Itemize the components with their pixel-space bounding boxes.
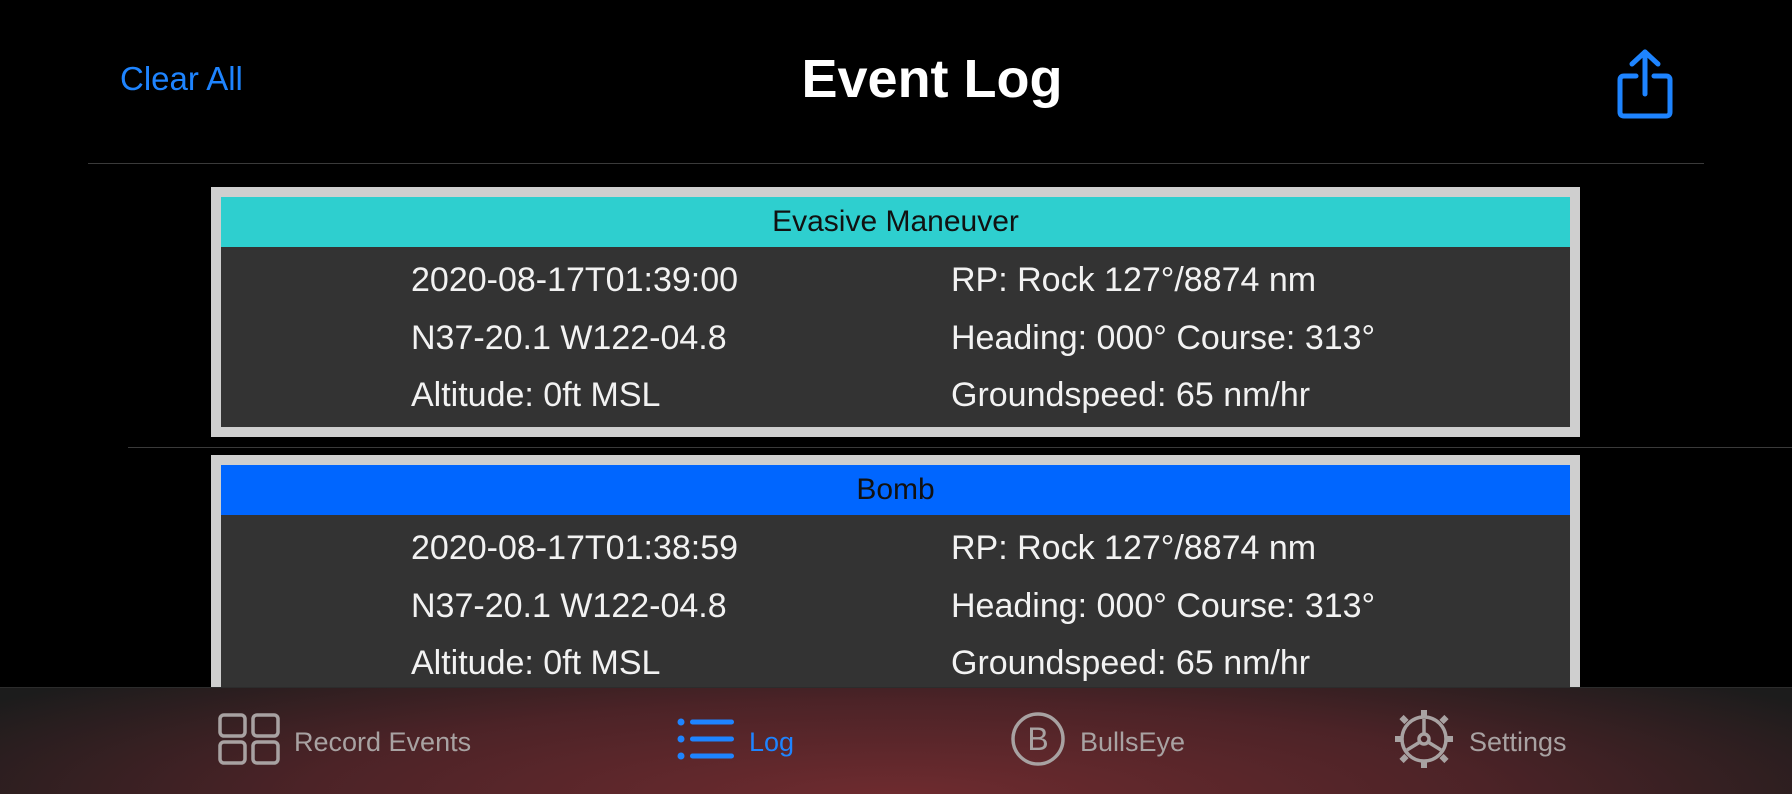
tab-label: Log — [749, 726, 795, 757]
event-card[interactable]: Evasive Maneuver 2020-08-17T01:39:00 N37… — [211, 187, 1580, 437]
event-list[interactable]: Evasive Maneuver 2020-08-17T01:39:00 N37… — [0, 164, 1792, 687]
share-button[interactable] — [1614, 48, 1676, 120]
event-reference-point: RP: Rock 127°/8874 nm — [951, 261, 1317, 299]
list-icon — [677, 718, 735, 767]
event-type-header: Bomb — [221, 465, 1570, 515]
svg-text:B: B — [1027, 721, 1048, 757]
bullseye-icon: B — [1010, 711, 1066, 774]
event-groundspeed: Groundspeed: 65 nm/hr — [951, 644, 1311, 682]
row-divider — [128, 447, 1792, 448]
tab-label: BullsEye — [1080, 726, 1186, 757]
event-groundspeed: Groundspeed: 65 nm/hr — [951, 376, 1311, 414]
event-type-header: Evasive Maneuver — [221, 197, 1570, 247]
event-reference-point: RP: Rock 127°/8874 nm — [951, 529, 1317, 567]
nav-bar: Clear All Event Log — [0, 0, 1792, 163]
share-icon — [1617, 49, 1673, 119]
page-title: Event Log — [801, 49, 1063, 109]
tab-label: Settings — [1469, 726, 1567, 757]
event-heading-course: Heading: 000° Course: 313° — [951, 587, 1376, 625]
event-altitude: Altitude: 0ft MSL — [411, 376, 661, 414]
event-position: N37-20.1 W122-04.8 — [411, 319, 727, 357]
tab-log[interactable]: Log — [677, 710, 794, 774]
event-position: N37-20.1 W122-04.8 — [411, 587, 727, 625]
event-heading-course: Heading: 000° Course: 313° — [951, 319, 1376, 357]
tab-label: Record Events — [294, 726, 472, 757]
event-details: 2020-08-17T01:38:59 N37-20.1 W122-04.8 A… — [221, 515, 1570, 687]
tab-bullseye[interactable]: B BullsEye — [1010, 710, 1185, 774]
event-details: 2020-08-17T01:39:00 N37-20.1 W122-04.8 A… — [221, 247, 1570, 427]
event-timestamp: 2020-08-17T01:38:59 — [411, 529, 739, 567]
event-log-screen: Clear All Event Log Evasive Maneuver 202… — [0, 0, 1792, 794]
event-timestamp: 2020-08-17T01:39:00 — [411, 261, 739, 299]
tab-bar: Record Events Log B BullsEye Settings — [0, 687, 1792, 794]
event-card[interactable]: Bomb 2020-08-17T01:38:59 N37-20.1 W122-0… — [211, 455, 1580, 687]
tab-record-events[interactable]: Record Events — [218, 710, 471, 774]
event-altitude: Altitude: 0ft MSL — [411, 644, 661, 682]
tab-settings[interactable]: Settings — [1393, 708, 1567, 777]
grid-icon — [218, 712, 280, 772]
gear-icon — [1393, 708, 1455, 777]
